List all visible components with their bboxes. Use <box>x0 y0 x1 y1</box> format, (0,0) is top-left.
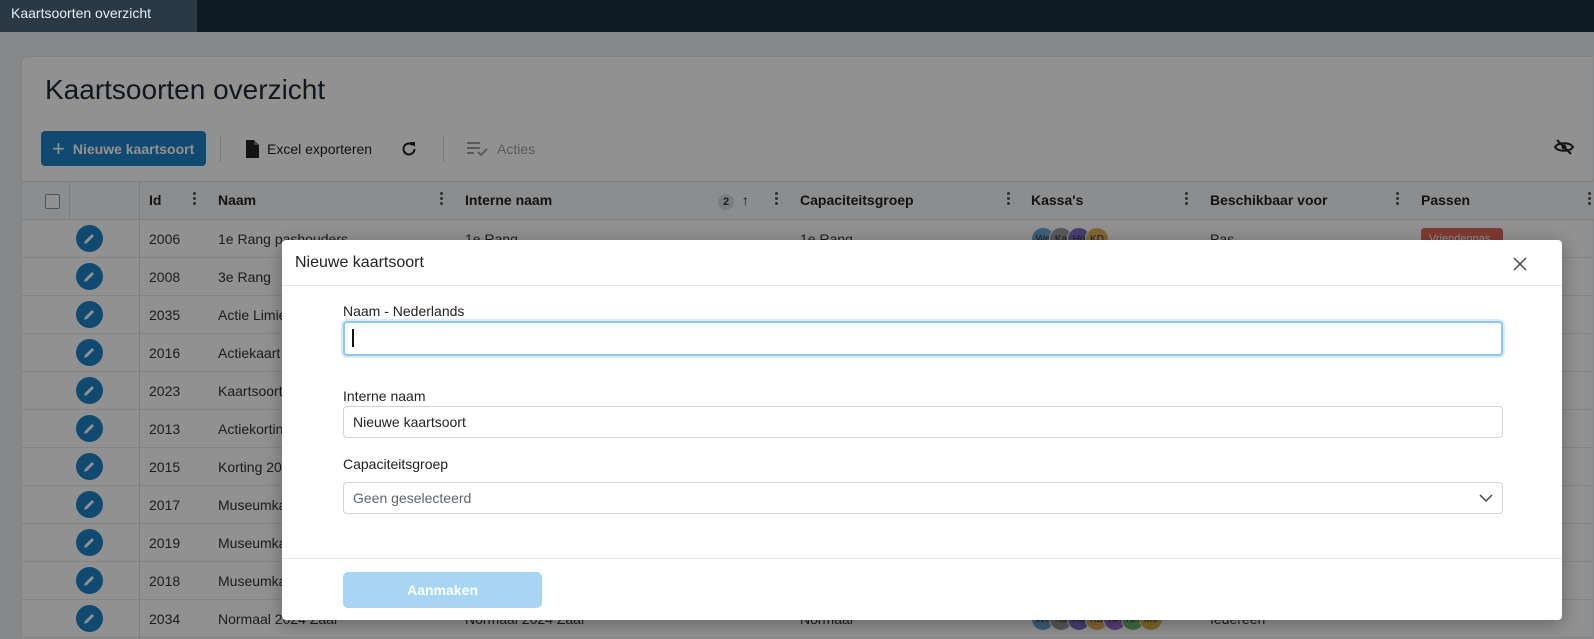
close-icon[interactable] <box>1512 256 1528 272</box>
tab-kaartsoorten[interactable]: Kaartsoorten overzicht <box>0 0 197 32</box>
new-kaartsoort-dialog: Nieuwe kaartsoort Naam - Nederlands Inte… <box>282 240 1562 620</box>
capaciteitsgroep-value: Geen geselecteerd <box>353 490 472 506</box>
title-bar: Kaartsoorten overzicht <box>0 0 1594 32</box>
text-caret <box>352 329 354 347</box>
interne-naam-input[interactable] <box>343 406 1503 438</box>
chevron-down-icon <box>1479 494 1493 503</box>
dialog-footer-divider <box>282 558 1562 559</box>
naam-input[interactable] <box>343 321 1503 356</box>
interne-naam-label: Interne naam <box>343 388 426 404</box>
dialog-header-divider <box>282 285 1562 286</box>
dialog-title: Nieuwe kaartsoort <box>295 254 424 271</box>
capaciteitsgroep-select[interactable]: Geen geselecteerd <box>343 482 1503 514</box>
capaciteitsgroep-label: Capaciteitsgroep <box>343 456 449 472</box>
naam-label: Naam - Nederlands <box>343 303 465 319</box>
create-button[interactable]: Aanmaken <box>343 572 542 608</box>
